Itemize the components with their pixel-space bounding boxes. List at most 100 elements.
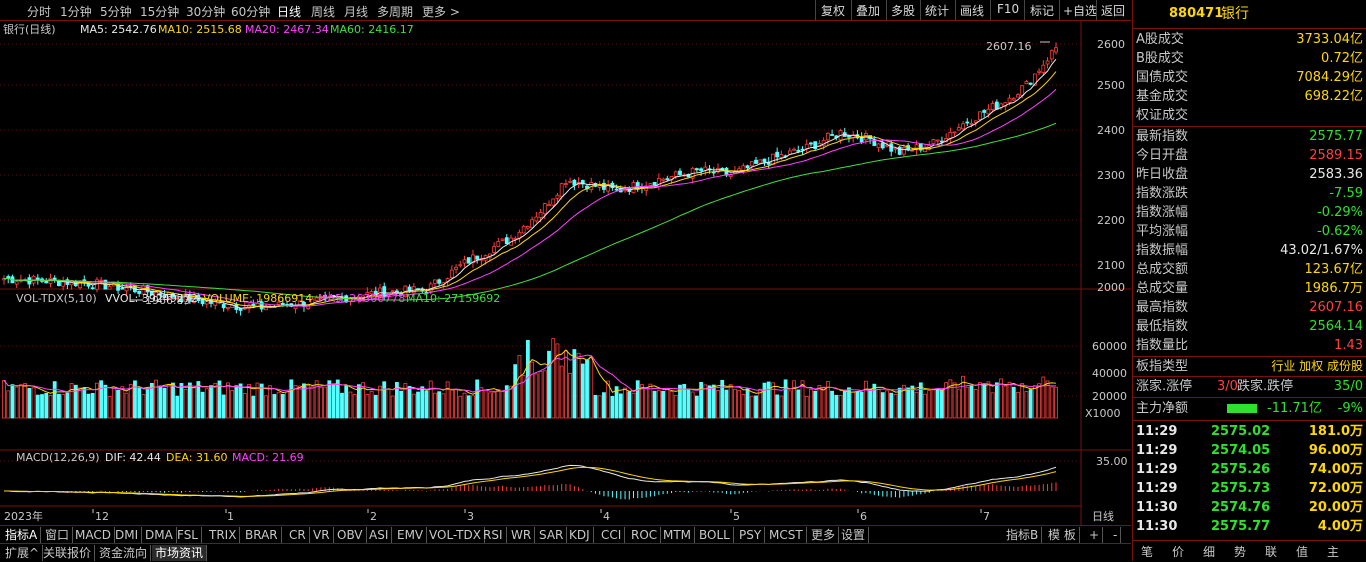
quote-bottom-tab-5[interactable]: 值 <box>1296 543 1308 560</box>
extension-tab-2[interactable]: 资金流向 <box>96 545 152 561</box>
indicator-tab-asi[interactable]: ASI <box>366 527 393 543</box>
chart-area[interactable]: 2600 2500 2400 2300 2200 2100 2000 60000… <box>0 21 1131 530</box>
market-row-label: B股成交 <box>1136 51 1184 66</box>
index-row-value: 2589.15 <box>1309 148 1363 163</box>
period-tab-15min[interactable]: 15分钟 <box>140 3 179 20</box>
indicator-tab-wr[interactable]: WR <box>508 527 536 543</box>
indicator-tab-psy[interactable]: PSY <box>736 527 766 543</box>
quote-bottom-tab-1[interactable]: 价 <box>1172 543 1184 560</box>
add-watchlist-button[interactable]: +自选 <box>1063 2 1097 19</box>
tick-price: 2575.26 <box>1211 462 1271 477</box>
quote-bottom-tab-6[interactable]: 主 <box>1327 543 1339 560</box>
indicator-tab-boll[interactable]: BOLL <box>696 527 734 543</box>
candle-body <box>264 307 268 311</box>
indicator-tab-macd[interactable]: MACD <box>72 527 115 543</box>
volume-bar <box>724 389 729 419</box>
volume-bar <box>990 392 995 419</box>
indicator-tab-sar[interactable]: SAR <box>536 527 568 543</box>
volume-bar <box>956 388 961 419</box>
indicator-tab-emv[interactable]: EMV <box>394 527 428 543</box>
extension-tab-3[interactable]: 市场资讯 <box>152 545 208 561</box>
indicator-tab-窗口[interactable]: 窗口 <box>42 527 74 543</box>
net-flow-bar <box>1227 404 1257 413</box>
period-tab-monthly[interactable]: 月线 <box>344 3 368 20</box>
indicator-tab-设置[interactable]: 设置 <box>838 527 870 543</box>
indicator-tab-trix[interactable]: TRIX <box>206 527 241 543</box>
indicator-tab-dma[interactable]: DMA <box>142 527 177 543</box>
tick-price: 2574.76 <box>1211 500 1271 515</box>
volume-bar <box>200 391 205 419</box>
index-row: 今日开盘 2589.15 <box>1133 146 1366 165</box>
tick-volume: 74.00万 <box>1308 462 1363 477</box>
volume-bar <box>259 383 264 419</box>
volume-bar <box>893 394 898 419</box>
indicator-tab-mtm[interactable]: MTM <box>660 527 696 543</box>
net-flow-label: 主力净额 <box>1136 401 1189 416</box>
extension-tab-1[interactable]: 关联报价 <box>40 545 96 561</box>
time-label-3: 3 <box>467 510 474 523</box>
volume-bar <box>880 392 885 419</box>
indicator-tab-指标a[interactable]: 指标A <box>2 527 42 543</box>
period-tab-60min[interactable]: 60分钟 <box>231 3 270 20</box>
stock-name: 银行 <box>1221 6 1249 22</box>
tick-price: 2575.73 <box>1211 481 1271 496</box>
indicator-right-tab-2[interactable]: + <box>1086 527 1104 543</box>
indicator-right-tab-1[interactable]: 模 板 <box>1045 527 1080 543</box>
volume-bar <box>1020 383 1025 419</box>
back-button[interactable]: 返回 <box>1101 2 1125 19</box>
overlay-button[interactable]: 叠加 <box>856 2 880 19</box>
indicator-tab-roc[interactable]: ROC <box>628 527 662 543</box>
index-type-label: 板指类型 <box>1136 359 1189 374</box>
indicator-tab-更多[interactable]: 更多 <box>808 527 840 543</box>
extension-tab-0[interactable]: 扩展^ <box>2 545 44 561</box>
volume-bar <box>221 394 226 419</box>
market-row-label: 国债成交 <box>1136 70 1189 85</box>
indicator-tab-rsi[interactable]: RSI <box>480 527 507 543</box>
period-tab-more[interactable]: 更多 > <box>422 3 460 20</box>
volume-bar <box>1028 389 1033 419</box>
indicator-tab-cr[interactable]: CR <box>286 527 310 543</box>
stats-button[interactable]: 统计 <box>925 2 949 19</box>
indicator-right-tab-3[interactable]: - <box>1110 527 1122 543</box>
indicator-tab-vr[interactable]: VR <box>310 527 334 543</box>
quote-bottom-tab-2[interactable]: 细 <box>1203 543 1215 560</box>
indicator-tab-dmi[interactable]: DMI <box>112 527 143 543</box>
multi-stock-button[interactable]: 多股 <box>891 2 915 19</box>
period-tab-multi[interactable]: 多周期 <box>377 3 413 20</box>
quote-bottom-tab-0[interactable]: 笔 <box>1141 543 1153 560</box>
period-tab-daily[interactable]: 日线 <box>277 3 301 20</box>
volume-bar <box>428 380 433 419</box>
volume-bar <box>796 389 801 419</box>
indicator-tab-vol-tdx[interactable]: VOL-TDX <box>426 527 485 543</box>
volume-bar <box>817 384 822 419</box>
candle-body <box>555 194 560 199</box>
indicator-right-tab-0[interactable]: 指标B <box>1003 527 1043 543</box>
kline-chart-svg[interactable]: 2600 2500 2400 2300 2200 2100 2000 60000… <box>0 21 1131 525</box>
f10-button[interactable]: F10 <box>997 2 1019 16</box>
quote-bottom-tab-3[interactable]: 势 <box>1234 543 1246 560</box>
volume-bar <box>834 394 839 419</box>
indicator-tab-fsl[interactable]: FSL <box>174 527 202 543</box>
period-tab-1min[interactable]: 1分钟 <box>60 3 92 20</box>
restore-rights-button[interactable]: 复权 <box>821 2 845 19</box>
period-tab-30min[interactable]: 30分钟 <box>186 3 225 20</box>
candle-body <box>99 279 104 282</box>
indicator-tab-cci[interactable]: CCI <box>598 527 626 543</box>
price-tick-2000: 2000 <box>1097 281 1125 294</box>
quote-bottom-tab-4[interactable]: 联 <box>1265 543 1277 560</box>
candle-body <box>728 174 733 177</box>
volume-bar <box>111 387 116 419</box>
period-tab-weekly[interactable]: 周线 <box>311 3 335 20</box>
indicator-tab-brar[interactable]: BRAR <box>242 527 282 543</box>
draw-line-button[interactable]: 画线 <box>960 2 984 19</box>
net-flow-row: 主力净额 -11.71亿 -9% <box>1133 399 1366 418</box>
indicator-tab-kdj[interactable]: KDJ <box>566 527 594 543</box>
stock-code: 880471 <box>1169 6 1224 21</box>
volume-bar <box>927 390 932 419</box>
candle-body <box>521 225 526 234</box>
period-tab-fenshi[interactable]: 分时 <box>27 3 51 20</box>
indicator-tab-mcst[interactable]: MCST <box>766 527 807 543</box>
period-tab-5min[interactable]: 5分钟 <box>100 3 132 20</box>
mark-button[interactable]: 标记 <box>1030 2 1054 19</box>
indicator-tab-obv[interactable]: OBV <box>334 527 367 543</box>
